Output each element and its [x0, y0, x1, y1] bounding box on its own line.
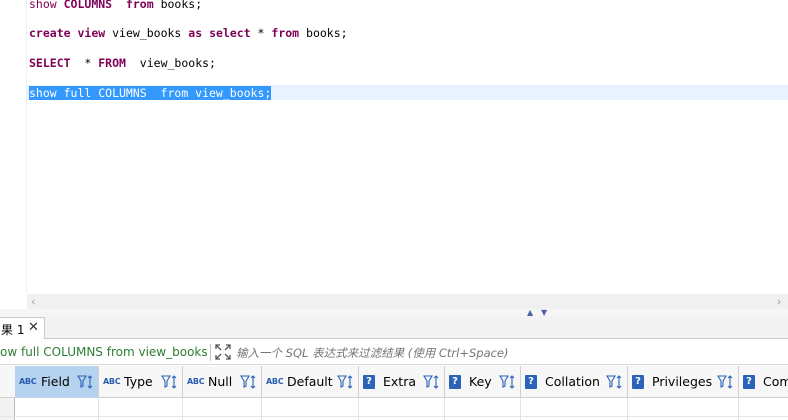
panel-splitter[interactable]	[0, 309, 788, 317]
column-header-extra[interactable]: ? Extra	[359, 366, 445, 398]
sql-text: view_books	[105, 26, 189, 40]
code-text: SELECT * FROM view_books;	[29, 56, 216, 70]
column-header-label: Null	[208, 374, 233, 389]
column-header-label: Extra	[383, 374, 416, 389]
maximize-results-icon[interactable]: ▼	[541, 309, 547, 317]
question-icon: ?	[449, 375, 461, 389]
abc-text-icon: ABC	[103, 377, 121, 386]
filter-sort-icon[interactable]	[77, 374, 95, 390]
question-icon: ?	[743, 375, 755, 389]
code-text: create view view_books as select * from …	[29, 26, 348, 40]
sql-text: view_books;	[125, 56, 216, 70]
column-header-privileges[interactable]: ? Privileges	[628, 366, 739, 398]
column-header-type[interactable]: ABC Type	[99, 366, 183, 398]
filter-sort-icon[interactable]	[423, 374, 441, 390]
query-text-label: ow full COLUMNS from view_books	[0, 345, 208, 359]
column-header-comment[interactable]: ? Com	[739, 366, 788, 398]
grid-header: ABC Field ABC Type ABC Null ABC Default …	[0, 366, 788, 398]
column-header-label: Key	[469, 374, 492, 389]
sql-keyword: from	[125, 0, 154, 11]
sql-keyword: SELECT	[29, 56, 71, 70]
question-icon: ?	[632, 375, 644, 389]
filter-sort-icon[interactable]	[717, 374, 735, 390]
abc-text-icon: ABC	[266, 377, 284, 386]
code-line[interactable]: show full COLUMNS from view_books;	[29, 85, 272, 101]
filter-sort-icon[interactable]	[240, 374, 258, 390]
selected-text: show full COLUMNS from view_books;	[29, 86, 272, 100]
sql-keyword: create	[29, 26, 71, 40]
sql-keyword: from	[271, 26, 300, 40]
column-header-label: Default	[287, 374, 333, 389]
code-line[interactable]: SELECT * FROM view_books;	[29, 55, 216, 71]
column-header-label: Com	[763, 374, 788, 389]
question-icon: ?	[363, 375, 375, 389]
editor-horizontal-scrollbar[interactable]: ‹ ›	[27, 294, 788, 309]
code-line[interactable]: create view view_books as select * from …	[29, 25, 348, 41]
code-line[interactable]: show COLUMNS from books;	[29, 0, 202, 12]
code-text: show COLUMNS from books;	[29, 0, 202, 11]
column-header-label: Privileges	[652, 374, 713, 389]
scroll-left-icon[interactable]: ‹	[31, 295, 35, 308]
tab-result-1[interactable]: 果 1 ✕	[0, 317, 45, 339]
close-icon[interactable]: ✕	[28, 320, 39, 335]
abc-text-icon: ABC	[187, 377, 205, 386]
sql-text: *	[250, 26, 272, 40]
sql-editor[interactable]: show COLUMNS from books; create view view…	[0, 0, 788, 294]
sql-keyword: FROM	[98, 56, 126, 70]
editor-gutter	[0, 0, 27, 294]
tab-label: 果 1	[1, 323, 25, 337]
scroll-right-icon[interactable]: ›	[777, 295, 781, 308]
column-header-label: Field	[41, 374, 70, 389]
column-header-null[interactable]: ABC Null	[183, 366, 262, 398]
column-header-label: Type	[124, 374, 153, 389]
filter-bar: ow full COLUMNS from view_books	[0, 340, 788, 365]
sql-keyword: view	[77, 26, 106, 40]
filter-sort-icon[interactable]	[499, 374, 517, 390]
divider	[210, 344, 211, 361]
filter-sort-icon[interactable]	[606, 374, 624, 390]
filter-sort-icon[interactable]	[161, 374, 179, 390]
expand-icon[interactable]	[215, 344, 231, 360]
sql-text: books;	[153, 0, 203, 11]
column-header-default[interactable]: ABC Default	[262, 366, 359, 398]
question-icon: ?	[525, 375, 537, 389]
sql-keyword: show	[29, 0, 64, 11]
column-header-label: Collation	[545, 374, 600, 389]
sql-text: *	[70, 56, 99, 70]
sql-text: show full COLUMNS from view_books;	[29, 86, 272, 100]
sql-keyword: as	[188, 26, 203, 40]
sql-keyword: select	[209, 26, 251, 40]
row-divider	[0, 416, 788, 417]
abc-text-icon: ABC	[19, 377, 37, 386]
filter-sort-icon[interactable]	[337, 374, 355, 390]
filter-input[interactable]	[236, 343, 776, 362]
column-header-key[interactable]: ? Key	[445, 366, 521, 398]
results-tab-bar: 果 1 ✕	[0, 317, 788, 339]
sql-text: books;	[299, 26, 348, 40]
column-header-field[interactable]: ABC Field	[15, 366, 99, 398]
maximize-editor-icon[interactable]: ▲	[527, 309, 533, 317]
column-header-collation[interactable]: ? Collation	[521, 366, 628, 398]
sql-keyword: COLUMNS	[63, 0, 113, 11]
